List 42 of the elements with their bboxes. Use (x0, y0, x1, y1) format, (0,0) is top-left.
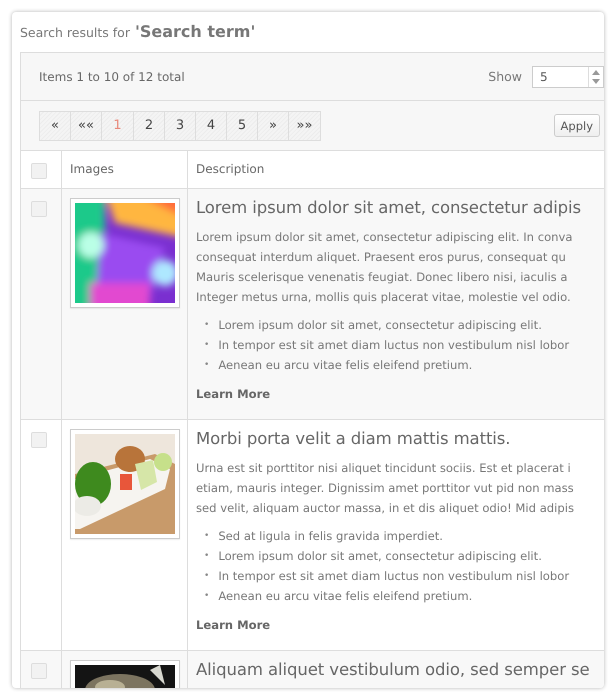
page-button[interactable]: 3 (165, 112, 196, 140)
result-title: Aliquam aliquet vestibulum odio, sed semper se (196, 660, 591, 679)
page-button[interactable]: 5 (227, 112, 258, 140)
bullet-item: Lorem ipsum dolor sit amet, consectetur adipiscing elit. (218, 548, 542, 565)
page-button[interactable]: »» (289, 112, 320, 140)
spinner-icon[interactable] (588, 66, 603, 86)
search-term: 'Search term' (134, 22, 256, 41)
apply-button[interactable]: Apply (554, 114, 600, 137)
bullet-icon: • (204, 315, 210, 335)
result-paragraph: Lorem ipsum dolor sit amet, consectetur adipiscing elit. In conva consequat interdum aliquet. Praesent eros purus, consequat qu Mauris scelerisque venenatis feugiat. Donec libero nisi, iaculis a Integer metus urna, mollis quis placerat vitae, molestie vel odio. (196, 229, 574, 306)
bullet-item: In tempor est sit amet diam luctus non vestibulum nisl lobor (218, 337, 570, 354)
result-title: Morbi porta velit a diam mattis mattis. (196, 429, 512, 448)
show-label: Show (488, 69, 522, 84)
learn-more-link[interactable]: Learn More (196, 387, 270, 401)
checkbox[interactable] (31, 163, 47, 179)
bullet-icon: • (204, 586, 210, 606)
bullet-item: Aenean eu arcu vitae felis eleifend pretium. (218, 357, 472, 374)
heading-label: Search results for (20, 25, 130, 40)
bullet-icon: • (204, 526, 210, 546)
bullet-icon: • (204, 546, 210, 566)
page-button[interactable]: 4 (196, 112, 227, 140)
page-button[interactable]: » (258, 112, 289, 140)
items-summary: Items 1 to 10 of 12 total (39, 70, 185, 84)
result-title: Lorem ipsum dolor sit amet, consectetur adipis (196, 198, 582, 217)
bullet-item: Lorem ipsum dolor sit amet, consectetur adipiscing elit. (218, 317, 542, 334)
checkbox[interactable] (31, 201, 47, 217)
checkbox[interactable] (31, 432, 47, 448)
column-header: Images (70, 162, 114, 176)
bullet-icon: • (204, 355, 210, 375)
column-header: Description (196, 162, 264, 176)
bullet-item: In tempor est sit amet diam luctus non vestibulum nisl lobor (218, 568, 570, 585)
show-select[interactable]: 5 (532, 66, 604, 88)
page-button[interactable]: « (40, 112, 71, 140)
bullet-item: Sed at ligula in felis gravida imperdiet. (218, 528, 443, 545)
bullet-icon: • (204, 566, 210, 586)
result-paragraph: Urna est sit porttitor nisi aliquet tincidunt sociis. Est et placerat i etiam, mauris integer. Dignissim amet porttitor vut pid non mass sed velit, aliquam auctor massa, in et dis aliquet odio! Mid adipis (196, 460, 575, 517)
checkbox[interactable] (31, 663, 47, 679)
learn-more-link[interactable]: Learn More (196, 618, 270, 632)
bullet-icon: • (204, 335, 210, 355)
page-button[interactable]: «« (71, 112, 102, 140)
bullet-item: Aenean eu arcu vitae felis eleifend pretium. (218, 588, 472, 605)
page-button[interactable]: 2 (134, 112, 165, 140)
